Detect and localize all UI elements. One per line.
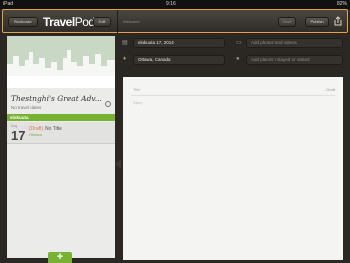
entry-day: 17 xyxy=(11,128,26,143)
camera-icon: ▭ xyxy=(236,40,242,46)
entry-place: Ottawa xyxy=(29,132,42,137)
trip-name[interactable]: Thestnghi's Great Adv... xyxy=(11,94,102,103)
toolbar-divider xyxy=(117,10,118,34)
title-input[interactable]: Title xyxy=(133,87,140,92)
month-group-header: elokuuta xyxy=(7,114,115,121)
location-pin-icon: ♦ xyxy=(123,56,127,62)
share-icon[interactable] xyxy=(333,16,343,26)
location-field[interactable]: Ottawa, Canada xyxy=(133,55,225,65)
list-item[interactable]: Aug 17 (Draft) No Title Ottawa xyxy=(7,122,115,144)
travel-dates-label: No travel dates xyxy=(11,105,42,110)
trip-banner-image xyxy=(7,36,115,88)
entry-title-label: Welcome xyxy=(123,19,140,24)
story-input[interactable]: Story xyxy=(133,100,142,105)
calendar-icon: ▤ xyxy=(122,40,128,46)
draft-label: Draft xyxy=(326,87,335,92)
gear-icon[interactable] xyxy=(105,101,111,107)
battery-label: 82% xyxy=(336,1,347,7)
month-group-label: elokuuta xyxy=(10,115,29,120)
edit-button[interactable]: Edit xyxy=(93,17,111,27)
entry-title: No Title xyxy=(45,126,62,132)
places-icon: ● xyxy=(236,56,240,62)
selection-arrow-icon xyxy=(115,159,121,169)
trip-sidebar: Thestnghi's Great Adv... No travel dates… xyxy=(7,36,121,258)
add-photos-field[interactable]: Add photos and videos xyxy=(246,38,343,48)
publish-button[interactable]: Publish xyxy=(305,17,329,27)
top-toolbar: Bookcase TravelPod Edit Welcome Save Pub… xyxy=(2,9,348,34)
carrier-label: iPad xyxy=(3,1,14,7)
add-entry-button[interactable]: + xyxy=(48,251,72,263)
add-places-field[interactable]: Add places I stayed or visited xyxy=(246,55,343,65)
save-button[interactable]: Save xyxy=(278,17,296,27)
travelpod-logo: TravelPod xyxy=(43,15,95,29)
bookcase-button[interactable]: Bookcase xyxy=(8,17,38,27)
status-bar: iPad 9:16 82% xyxy=(0,0,350,9)
story-editor[interactable]: Title Draft Story xyxy=(123,77,343,260)
date-field[interactable]: elokuuta 17, 2014 xyxy=(133,38,225,48)
divider xyxy=(131,95,335,96)
clock: 9:16 xyxy=(166,1,176,7)
